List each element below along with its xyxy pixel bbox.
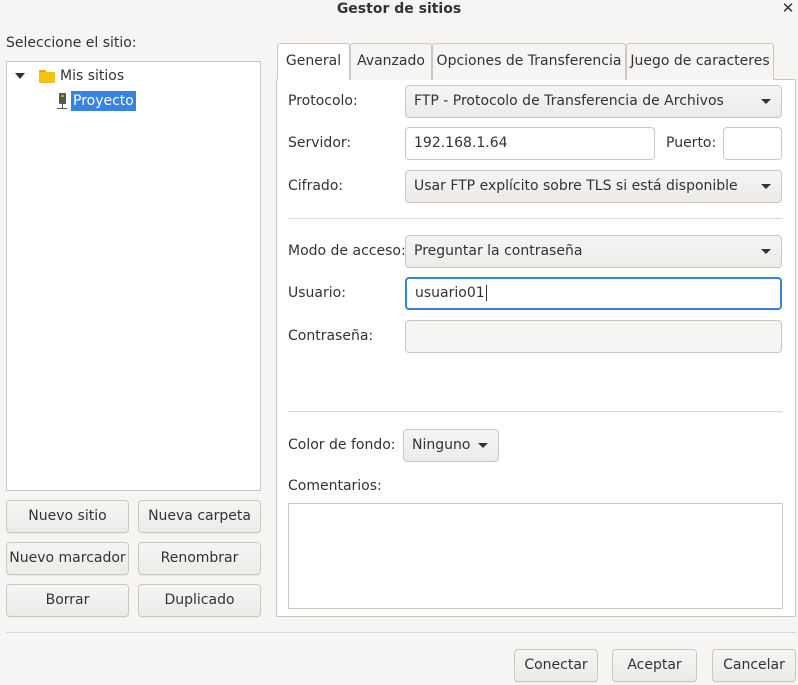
tab-charset[interactable]: Juego de caracteres: [626, 43, 774, 80]
background-color-value: Ninguno: [412, 437, 471, 453]
encryption-label: Cifrado:: [288, 178, 344, 194]
connect-button[interactable]: Conectar: [514, 649, 598, 682]
logon-type-label: Modo de acceso:: [288, 243, 406, 259]
server-label: Servidor:: [288, 135, 352, 151]
new-site-button[interactable]: Nuevo sitio: [6, 500, 129, 533]
window-title: Gestor de sitios: [336, 1, 462, 17]
new-folder-button[interactable]: Nueva carpeta: [138, 500, 261, 533]
new-bookmark-button[interactable]: Nuevo marcador: [6, 542, 129, 575]
comments-textarea[interactable]: [288, 503, 783, 609]
tree-item-label: Proyecto: [71, 91, 136, 111]
site-tree[interactable]: Mis sitios Proyecto: [6, 61, 261, 491]
user-label: Usuario:: [288, 285, 346, 301]
chevron-down-icon: [478, 443, 488, 448]
background-color-label: Color de fondo:: [288, 437, 396, 453]
duplicate-button[interactable]: Duplicado: [138, 584, 261, 617]
user-value: usuario01: [415, 285, 485, 301]
ok-button[interactable]: Aceptar: [612, 649, 697, 682]
password-label: Contraseña:: [288, 328, 374, 344]
background-color-select[interactable]: Ninguno: [403, 429, 499, 462]
separator: [288, 411, 782, 412]
delete-button[interactable]: Borrar: [6, 584, 129, 617]
tab-general[interactable]: General: [277, 43, 350, 80]
password-input[interactable]: [405, 320, 782, 353]
cancel-button[interactable]: Cancelar: [712, 649, 796, 682]
folder-icon: [39, 69, 55, 83]
protocol-select[interactable]: FTP - Protocolo de Transferencia de Arch…: [405, 85, 782, 118]
select-site-label: Seleccione el sitio:: [6, 35, 137, 51]
port-input[interactable]: [723, 127, 782, 160]
logon-type-value: Preguntar la contraseña: [414, 243, 583, 259]
tree-item-proyecto[interactable]: Proyecto: [57, 90, 136, 112]
server-input[interactable]: 192.168.1.64: [405, 127, 655, 160]
title-bar: Gestor de sitios ✕: [0, 0, 798, 22]
logon-type-select[interactable]: Preguntar la contraseña: [405, 235, 782, 268]
server-icon: [57, 93, 67, 109]
separator: [288, 218, 782, 219]
protocol-value: FTP - Protocolo de Transferencia de Arch…: [414, 93, 724, 109]
tab-transfer-settings[interactable]: Opciones de Transferencia: [432, 43, 626, 80]
encryption-select[interactable]: Usar FTP explícito sobre TLS si está dis…: [405, 170, 782, 203]
comments-label: Comentarios:: [288, 478, 382, 494]
close-icon[interactable]: ✕: [780, 0, 796, 18]
chevron-down-icon: [761, 99, 771, 104]
encryption-value: Usar FTP explícito sobre TLS si está dis…: [414, 178, 738, 194]
expander-icon[interactable]: [15, 73, 25, 79]
chevron-down-icon: [761, 249, 771, 254]
site-manager-window: Gestor de sitios ✕ Seleccione el sitio: …: [0, 0, 798, 685]
chevron-down-icon: [761, 184, 771, 189]
protocol-label: Protocolo:: [288, 93, 358, 109]
footer-separator: [6, 632, 796, 633]
port-label: Puerto:: [666, 135, 717, 151]
tab-advanced[interactable]: Avanzado: [350, 43, 432, 80]
tree-item-mis-sitios[interactable]: Mis sitios: [15, 65, 124, 87]
rename-button[interactable]: Renombrar: [138, 542, 261, 575]
text-caret: [485, 285, 487, 301]
tree-item-label: Mis sitios: [60, 68, 125, 84]
user-input[interactable]: usuario01: [405, 277, 782, 310]
